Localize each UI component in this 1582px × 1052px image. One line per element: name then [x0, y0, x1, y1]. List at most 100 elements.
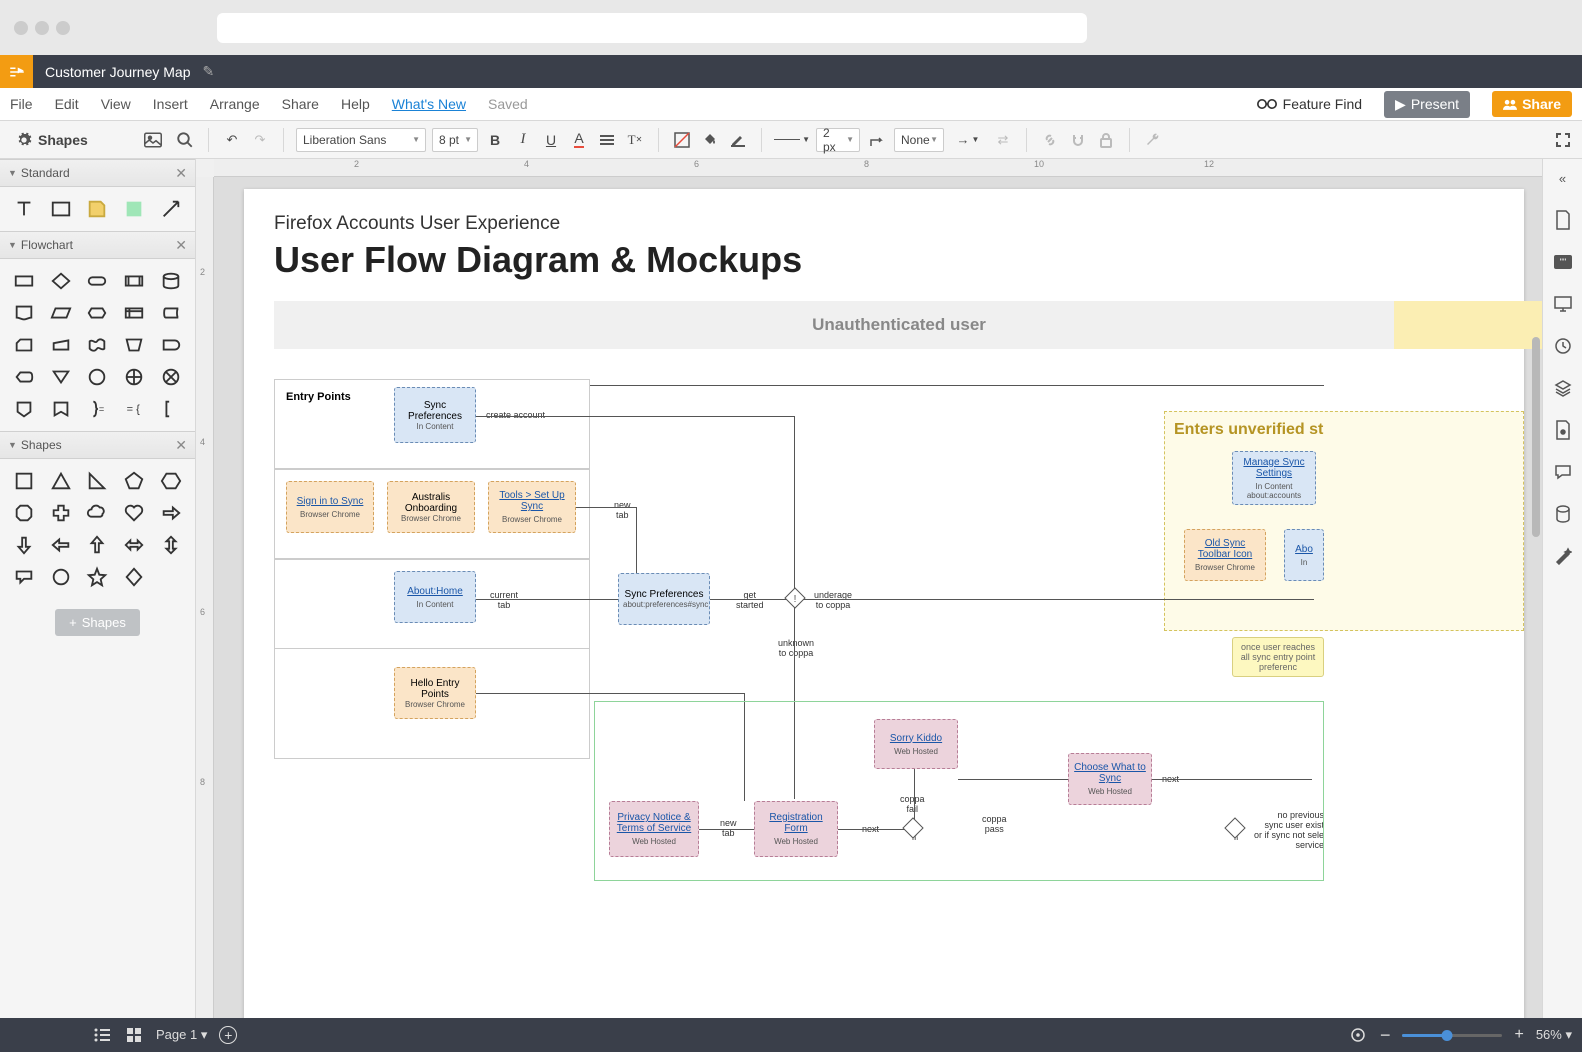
font-select[interactable]: Liberation Sans: [296, 128, 426, 152]
shape-process[interactable]: [8, 267, 41, 295]
wrench-icon[interactable]: [1142, 129, 1164, 151]
magnet-icon[interactable]: [1067, 129, 1089, 151]
shape-arrow-left[interactable]: [45, 531, 78, 559]
shape-stored[interactable]: [154, 299, 187, 327]
rename-icon[interactable]: ✎: [203, 63, 215, 80]
menu-arrange[interactable]: Arrange: [210, 96, 260, 112]
zoom-in-icon[interactable]: +: [1514, 1026, 1523, 1044]
shape-document[interactable]: [8, 299, 41, 327]
decision-diamond[interactable]: [902, 817, 924, 839]
history-icon[interactable]: [1552, 335, 1574, 357]
add-page-icon[interactable]: +: [219, 1026, 237, 1044]
node-australis[interactable]: Australis Onboarding Browser Chrome: [387, 481, 475, 533]
font-size-select[interactable]: 8 pt: [432, 128, 478, 152]
node-manage-sync[interactable]: Manage Sync Settings In Content about:ac…: [1232, 451, 1316, 505]
menu-view[interactable]: View: [101, 96, 131, 112]
shape-note-green[interactable]: [118, 195, 151, 223]
layers-icon[interactable]: [1552, 377, 1574, 399]
shape-circle[interactable]: [45, 563, 78, 591]
shape-brace-right[interactable]: =: [81, 395, 114, 423]
redo-icon[interactable]: ↷: [249, 129, 271, 151]
shape-star[interactable]: [81, 563, 114, 591]
shape-manual-input[interactable]: [45, 331, 78, 359]
app-logo[interactable]: [0, 55, 33, 88]
image-icon[interactable]: [142, 129, 164, 151]
line-width-select[interactable]: 2 px: [816, 128, 860, 152]
zoom-out-icon[interactable]: −: [1380, 1025, 1391, 1046]
shape-pentagon[interactable]: [118, 467, 151, 495]
outline-view-icon[interactable]: [92, 1025, 112, 1045]
shape-delay[interactable]: [154, 331, 187, 359]
shape-rect[interactable]: [45, 195, 78, 223]
shape-arrow-down[interactable]: [8, 531, 41, 559]
decision-diamond[interactable]: [1224, 817, 1246, 839]
line-end-select[interactable]: None: [894, 128, 944, 152]
shape-decision[interactable]: [45, 267, 78, 295]
share-button[interactable]: Share: [1492, 91, 1572, 117]
sidebar-section-standard[interactable]: ▼ Standard ✕: [0, 159, 195, 187]
document-page[interactable]: Firefox Accounts User Experience User Fl…: [244, 189, 1524, 1018]
fill-none-icon[interactable]: [671, 129, 693, 151]
text-style-button[interactable]: T✕: [624, 129, 646, 151]
master-icon[interactable]: [1552, 419, 1574, 441]
grid-view-icon[interactable]: [124, 1025, 144, 1045]
menu-file[interactable]: File: [10, 96, 33, 112]
chat-icon[interactable]: [1552, 461, 1574, 483]
arrow-end-icon[interactable]: →▼: [950, 129, 986, 151]
shape-cross[interactable]: [45, 499, 78, 527]
swap-icon[interactable]: ⇄: [992, 129, 1014, 151]
shape-merge[interactable]: [45, 363, 78, 391]
gear-icon[interactable]: [16, 132, 32, 148]
shape-database[interactable]: [154, 267, 187, 295]
menu-whats-new[interactable]: What's New: [392, 96, 466, 112]
shape-display[interactable]: [8, 363, 41, 391]
entry-points-label[interactable]: Entry Points: [286, 391, 351, 403]
shape-data[interactable]: [45, 299, 78, 327]
shape-square[interactable]: [8, 467, 41, 495]
shape-text[interactable]: [8, 195, 41, 223]
section-close-icon[interactable]: ✕: [175, 165, 187, 182]
shape-arrow[interactable]: [154, 195, 187, 223]
document-title[interactable]: Customer Journey Map: [33, 64, 203, 80]
shape-arrow-ud[interactable]: [154, 531, 187, 559]
shape-note-yellow[interactable]: [81, 195, 114, 223]
shape-right-triangle[interactable]: [81, 467, 114, 495]
line-style-icon[interactable]: ▼: [774, 129, 810, 151]
menu-help[interactable]: Help: [341, 96, 370, 112]
shape-terminator[interactable]: [81, 267, 114, 295]
present-icon[interactable]: [1552, 293, 1574, 315]
page-selector[interactable]: Page 1 ▾: [156, 1027, 207, 1043]
node-about-home[interactable]: About:Home In Content: [394, 571, 476, 623]
window-max-dot[interactable]: [56, 21, 70, 35]
comment-icon[interactable]: "": [1552, 251, 1574, 273]
shape-tape[interactable]: [81, 331, 114, 359]
menu-insert[interactable]: Insert: [153, 96, 188, 112]
node-note[interactable]: once user reaches all sync entry point p…: [1232, 637, 1324, 677]
target-icon[interactable]: [1348, 1025, 1368, 1045]
feature-find[interactable]: Feature Find: [1257, 96, 1362, 112]
shape-bracket[interactable]: [154, 395, 187, 423]
shape-arrow-lr[interactable]: [118, 531, 151, 559]
border-color-icon[interactable]: [727, 129, 749, 151]
page-icon[interactable]: [1552, 209, 1574, 231]
align-button[interactable]: [596, 129, 618, 151]
bold-button[interactable]: B: [484, 129, 506, 151]
data-icon[interactable]: [1552, 503, 1574, 525]
underline-button[interactable]: U: [540, 129, 562, 151]
decision-diamond[interactable]: !: [784, 587, 806, 609]
shape-callout[interactable]: [8, 563, 41, 591]
menu-share[interactable]: Share: [282, 96, 319, 112]
canvas[interactable]: Firefox Accounts User Experience User Fl…: [214, 177, 1542, 1018]
fill-bucket-icon[interactable]: [699, 129, 721, 151]
url-bar[interactable]: [217, 13, 1087, 43]
shape-diamond[interactable]: [118, 563, 151, 591]
doc-subtitle[interactable]: Firefox Accounts User Experience: [274, 213, 560, 235]
shape-cloud[interactable]: [81, 499, 114, 527]
shape-triangle[interactable]: [45, 467, 78, 495]
node-sync-pref-mid[interactable]: Sync Preferences about:preferences#sync: [618, 573, 710, 625]
shape-connector[interactable]: [81, 363, 114, 391]
shape-arrow-up[interactable]: [81, 531, 114, 559]
shape-predefined[interactable]: [118, 267, 151, 295]
shape-offpage2[interactable]: [45, 395, 78, 423]
sidebar-section-flowchart[interactable]: ▼ Flowchart ✕: [0, 231, 195, 259]
